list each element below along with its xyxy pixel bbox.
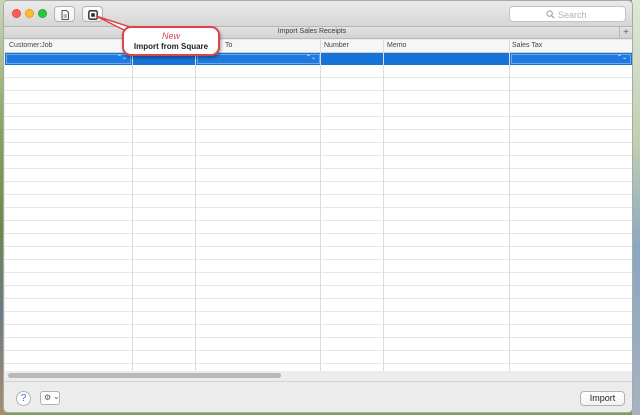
chevron-down-icon: ⌄ xyxy=(53,392,60,401)
gear-icon: ⚙ xyxy=(44,393,52,402)
help-button[interactable]: ? xyxy=(16,391,31,406)
action-menu-button[interactable]: ⚙ ⌄ xyxy=(40,391,60,405)
callout-text: Import from Square xyxy=(133,42,209,51)
column-divider[interactable] xyxy=(320,40,321,371)
bottom-bar: ? ⚙ ⌄ Import xyxy=(4,381,632,412)
horizontal-scrollbar[interactable] xyxy=(8,373,281,378)
callout-pointer xyxy=(95,15,132,32)
import-window: Search Import Sales Receipts + Customer:… xyxy=(3,0,633,413)
receipts-table: Customer:Job To Number Memo Sales Tax ⌃⌄… xyxy=(5,40,632,371)
column-divider[interactable] xyxy=(383,40,384,371)
help-icon: ? xyxy=(20,393,27,404)
column-divider[interactable] xyxy=(509,40,510,371)
column-divider[interactable] xyxy=(132,40,133,371)
desktop-right-edge xyxy=(632,0,640,415)
new-feature-callout: New Import from Square xyxy=(122,26,220,56)
import-button[interactable]: Import xyxy=(580,391,625,406)
column-divider[interactable] xyxy=(195,40,196,371)
table-rows[interactable] xyxy=(5,65,632,371)
callout-badge: New xyxy=(161,31,180,41)
